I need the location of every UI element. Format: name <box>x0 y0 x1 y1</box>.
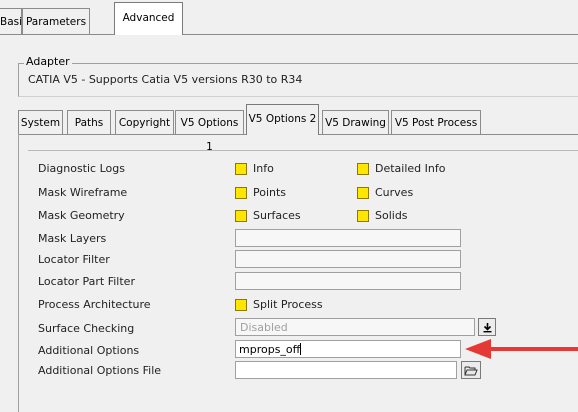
tab-v5-drawing[interactable]: V5 Drawing <box>322 110 389 134</box>
tab-v5-post-process[interactable]: V5 Post Process <box>391 110 481 134</box>
detailed-info-checkbox-label: Detailed Info <box>375 162 446 175</box>
tab-parameters[interactable]: Parameters <box>22 8 90 34</box>
tab-paths[interactable]: Paths <box>67 110 111 134</box>
surfaces-checkbox-label: Surfaces <box>253 209 301 222</box>
tab-system[interactable]: System <box>18 110 63 134</box>
adapter-description: CATIA V5 - Supports Catia V5 versions R3… <box>28 73 303 86</box>
text-caret <box>300 343 302 355</box>
solids-checkbox-label: Solids <box>375 209 408 222</box>
download-arrow-icon <box>483 322 491 332</box>
info-checkbox[interactable] <box>235 163 247 175</box>
adapter-group-label: Adapter <box>24 55 72 68</box>
mask-layers-label: Mask Layers <box>38 232 107 245</box>
surface-checking-label: Surface Checking <box>38 322 135 335</box>
tab-strip-line-right <box>183 34 578 35</box>
locator-part-filter-label: Locator Part Filter <box>38 275 135 288</box>
tab-basic[interactable]: Basic <box>0 8 28 34</box>
panel-left-border <box>18 134 19 412</box>
mask-layers-input[interactable] <box>235 229 461 247</box>
curves-checkbox[interactable] <box>357 187 369 199</box>
tab-copyright[interactable]: Copyright <box>115 110 174 134</box>
folder-open-icon <box>464 366 478 375</box>
detailed-info-checkbox[interactable] <box>357 163 369 175</box>
surface-checking-dropdown-button[interactable] <box>478 318 496 336</box>
surface-checking-select[interactable]: Disabled <box>235 318 475 336</box>
locator-filter-label: Locator Filter <box>38 253 110 266</box>
mask-geometry-label: Mask Geometry <box>38 209 125 222</box>
process-architecture-label: Process Architecture <box>38 298 151 311</box>
subtab-strip-line-right <box>319 134 578 135</box>
tab-v5-options-2[interactable]: V5 Options 2 <box>246 104 319 135</box>
browse-file-button[interactable] <box>461 361 481 379</box>
tab-v5-options-1[interactable]: V5 Options 1 <box>175 110 244 153</box>
split-process-checkbox-label: Split Process <box>253 298 323 311</box>
additional-options-label: Additional Options <box>38 344 140 357</box>
diagnostic-logs-label: Diagnostic Logs <box>38 162 125 175</box>
additional-options-input[interactable]: mprops_off <box>235 340 461 358</box>
mask-wireframe-label: Mask Wireframe <box>38 186 128 199</box>
curves-checkbox-label: Curves <box>375 186 414 199</box>
solids-checkbox[interactable] <box>357 210 369 222</box>
subtab-strip-line-left <box>18 134 246 135</box>
additional-options-file-label: Additional Options File <box>38 364 162 377</box>
points-checkbox[interactable] <box>235 187 247 199</box>
tab-strip-line-left <box>0 34 114 35</box>
split-process-checkbox[interactable] <box>235 299 247 311</box>
locator-part-filter-input[interactable] <box>235 272 461 290</box>
info-checkbox-label: Info <box>253 162 274 175</box>
options-group-top-line <box>28 150 578 151</box>
points-checkbox-label: Points <box>253 186 287 199</box>
red-arrow-icon <box>465 339 578 359</box>
surfaces-checkbox[interactable] <box>235 210 247 222</box>
locator-filter-input[interactable] <box>235 250 461 268</box>
additional-options-file-input[interactable] <box>235 361 457 379</box>
tab-advanced[interactable]: Advanced <box>114 2 183 35</box>
